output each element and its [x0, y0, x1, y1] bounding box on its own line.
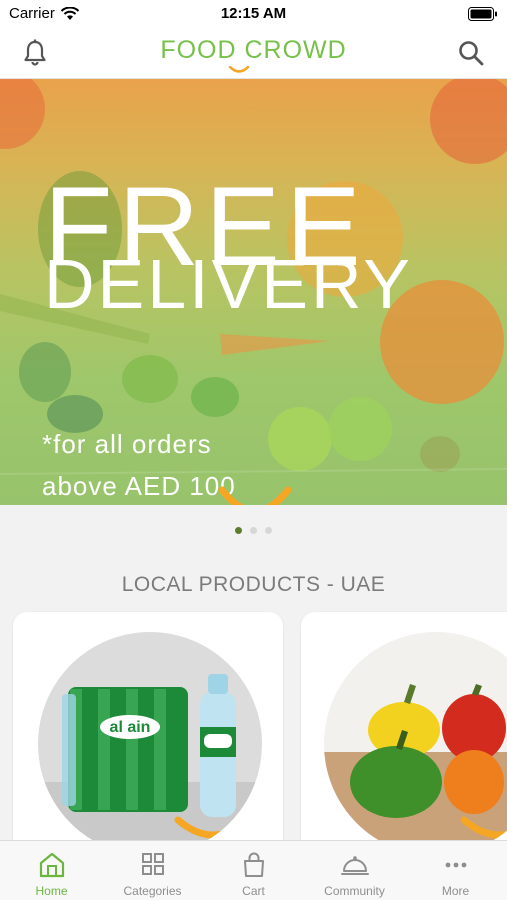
section-title: LOCAL PRODUCTS - UAE	[121, 573, 386, 596]
water-brand-text: al ain	[110, 719, 151, 736]
banner-note-line1: *for all orders	[42, 429, 212, 459]
bottom-tab-bar: Home Categories Cart Community More	[0, 840, 507, 900]
pager-dot-1[interactable]	[235, 527, 242, 534]
cloche-icon	[341, 856, 369, 875]
search-icon[interactable]	[457, 39, 485, 67]
clock: 12:15 AM	[220, 5, 287, 22]
app-logo: FOOD CROWD	[0, 36, 507, 73]
battery-icon	[468, 7, 497, 21]
tab-home-label: Home	[35, 884, 68, 898]
logo-smile-icon	[228, 66, 250, 73]
tab-more-label: More	[441, 884, 470, 898]
app-header: FOOD CROWD	[0, 28, 507, 79]
banner-headline-line2: DELIVERY	[44, 245, 413, 323]
grid-icon	[142, 853, 164, 875]
status-bar: Carrier 12:15 AM	[0, 0, 507, 28]
tab-community-label: Community	[324, 884, 385, 898]
pager-dot-2[interactable]	[250, 527, 257, 534]
more-dots-icon	[445, 862, 467, 868]
promo-banner[interactable]: FREE DELIVERY *for all orders above AED …	[0, 79, 507, 505]
bag-icon	[244, 852, 264, 877]
product-image-water: al ain	[38, 632, 262, 856]
tab-home[interactable]: Home	[1, 841, 102, 900]
product-image-peppers	[324, 632, 507, 856]
tab-community[interactable]: Community	[304, 841, 405, 900]
tab-categories-label: Categories	[123, 884, 182, 898]
banner-note-line2: above AED 100	[42, 471, 236, 501]
tab-more[interactable]: More	[405, 841, 506, 900]
carousel-pager	[0, 527, 507, 534]
brand-smile-icon	[218, 486, 292, 505]
tab-cart[interactable]: Cart	[203, 841, 304, 900]
tab-categories[interactable]: Categories	[102, 841, 203, 900]
tab-cart-label: Cart	[242, 884, 265, 898]
pager-dot-3[interactable]	[265, 527, 272, 534]
home-icon	[39, 852, 65, 878]
product-card-peppers[interactable]	[301, 612, 507, 872]
logo-text: FOOD CROWD	[160, 36, 347, 64]
product-card-water[interactable]: al ain	[13, 612, 283, 872]
app-screen: Carrier 12:15 AM FOOD CROWD FREE DELIVER…	[0, 0, 507, 900]
